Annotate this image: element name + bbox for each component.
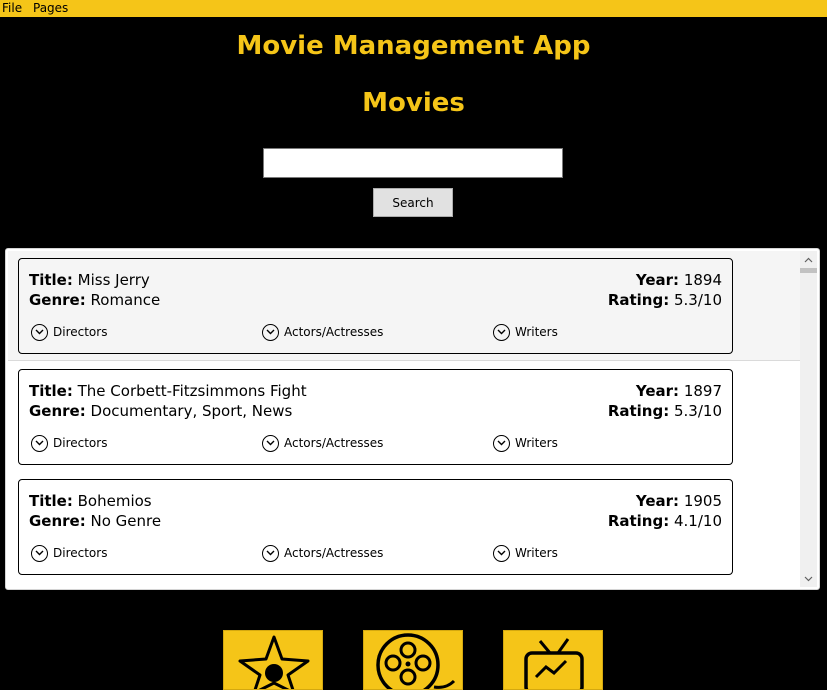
- menu-pages[interactable]: Pages: [33, 1, 68, 16]
- movie-genre: Genre: Documentary, Sport, News: [29, 402, 293, 420]
- movie-rating: Rating: 5.3/10: [607, 291, 722, 309]
- writers-expander[interactable]: Writers: [493, 433, 558, 453]
- chevron-down-icon: [493, 434, 510, 452]
- movie-title: Title: The Corbett-Fitzsimmons Fight: [29, 382, 307, 400]
- page-title: Movies: [362, 88, 465, 118]
- directors-expander[interactable]: Directors: [31, 433, 107, 453]
- movie-year: Year: 1894: [635, 271, 722, 289]
- tv-stats-nav-button[interactable]: [503, 630, 603, 690]
- menu-file[interactable]: File: [2, 1, 22, 16]
- movie-list-item[interactable]: Title: The Corbett-Fitzsimmons Fight Gen…: [8, 362, 801, 472]
- movie-genre: Genre: No Genre: [29, 512, 162, 530]
- chevron-down-icon: [493, 544, 510, 562]
- chevron-down-icon: [493, 323, 510, 341]
- writers-expander[interactable]: Writers: [493, 322, 558, 342]
- tv-chart-icon: [524, 638, 584, 689]
- movie-title: Title: Miss Jerry: [29, 271, 150, 289]
- actors-expander[interactable]: Actors/Actresses: [262, 433, 383, 453]
- movie-year: Year: 1905: [635, 492, 722, 510]
- menu-bar: File Pages: [0, 0, 827, 17]
- movie-card: Title: Miss Jerry Genre: Romance Year: 1…: [18, 258, 733, 354]
- movies-nav-button[interactable]: [363, 630, 463, 690]
- chevron-down-icon: [31, 544, 48, 562]
- movie-rating: Rating: 4.1/10: [607, 512, 722, 530]
- movie-genre: Genre: Romance: [29, 291, 161, 309]
- app-title: Movie Management App: [236, 31, 591, 61]
- search-button[interactable]: Search: [373, 188, 453, 217]
- writers-expander[interactable]: Writers: [493, 543, 558, 563]
- movie-title: Title: Bohemios: [29, 492, 152, 510]
- chevron-down-icon: [262, 544, 279, 562]
- scroll-thumb[interactable]: [800, 268, 817, 273]
- movie-card: Title: The Corbett-Fitzsimmons Fight Gen…: [18, 369, 733, 465]
- star-icon: [238, 635, 310, 689]
- actors-expander[interactable]: Actors/Actresses: [262, 322, 383, 342]
- search-input[interactable]: [263, 148, 563, 178]
- movie-list-item[interactable]: Title: Bohemios Genre: No Genre Year: 19…: [8, 472, 801, 582]
- directors-expander[interactable]: Directors: [31, 322, 107, 342]
- movie-year: Year: 1897: [635, 382, 722, 400]
- movie-card: Title: Bohemios Genre: No Genre Year: 19…: [18, 479, 733, 575]
- scroll-up-arrow-icon[interactable]: [800, 251, 817, 268]
- movie-list-item[interactable]: Title: Miss Jerry Genre: Romance Year: 1…: [8, 251, 801, 361]
- chevron-down-icon: [31, 434, 48, 452]
- actors-nav-button[interactable]: [223, 630, 323, 690]
- film-reel-icon: [376, 633, 456, 689]
- chevron-down-icon: [31, 323, 48, 341]
- movie-rating: Rating: 5.3/10: [607, 402, 722, 420]
- vertical-scrollbar[interactable]: [800, 251, 817, 587]
- chevron-down-icon: [262, 323, 279, 341]
- directors-expander[interactable]: Directors: [31, 543, 107, 563]
- scroll-down-arrow-icon[interactable]: [800, 570, 817, 587]
- movie-list[interactable]: Title: Miss Jerry Genre: Romance Year: 1…: [5, 248, 820, 590]
- chevron-down-icon: [262, 434, 279, 452]
- actors-expander[interactable]: Actors/Actresses: [262, 543, 383, 563]
